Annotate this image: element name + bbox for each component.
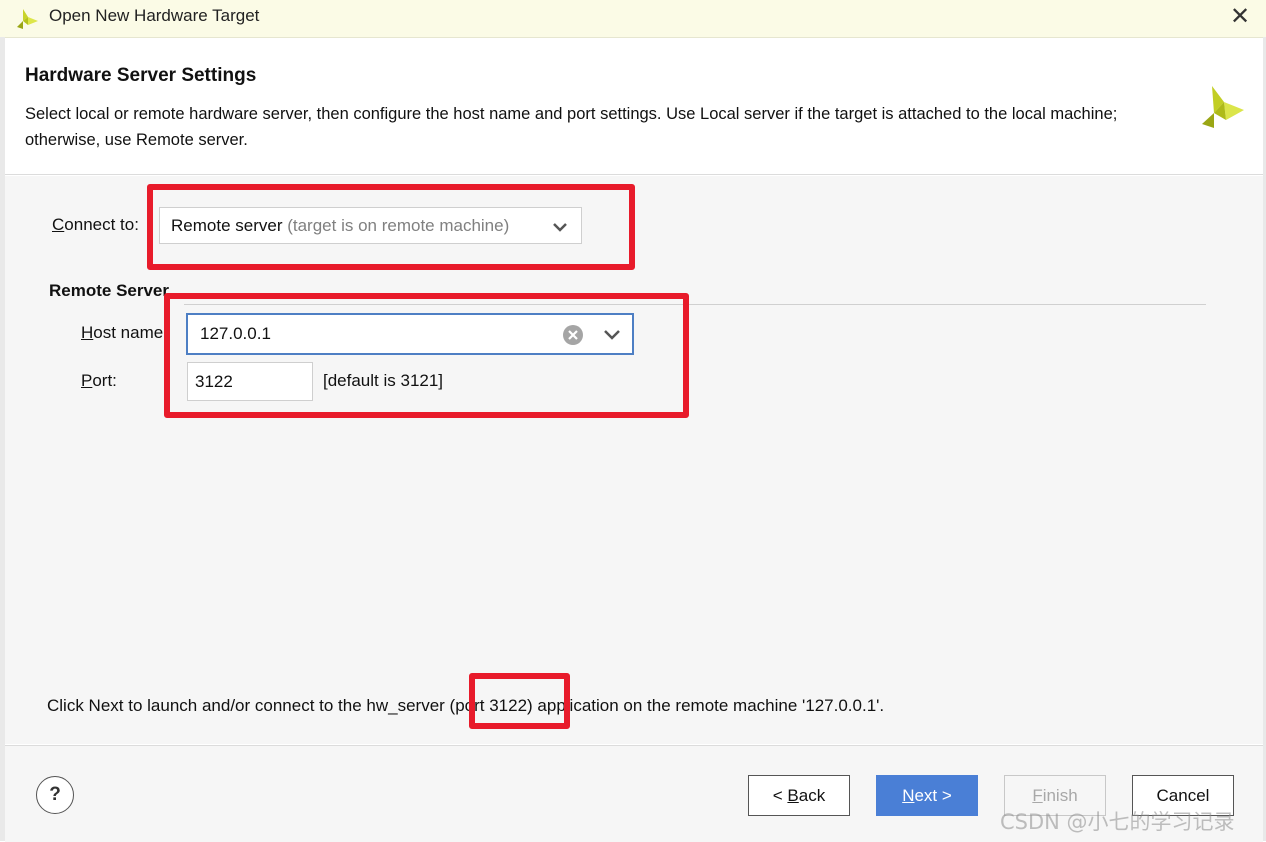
- port-accel: P: [81, 371, 93, 390]
- vivado-logo-icon: [1202, 86, 1244, 128]
- connect-to-label: Connect to:: [52, 215, 139, 235]
- port-label: Port:: [81, 371, 117, 391]
- page-description: Select local or remote hardware server, …: [25, 105, 1118, 149]
- host-name-label: Host name: [81, 323, 163, 343]
- port-label-text: ort:: [92, 371, 117, 390]
- back-accel: B: [787, 786, 799, 805]
- host-name-label-text: ost name: [93, 323, 164, 342]
- app-logo-icon: [17, 9, 38, 29]
- back-button[interactable]: < Back: [748, 775, 850, 816]
- highlight-box-connect: [147, 184, 635, 270]
- page-title: Hardware Server Settings: [25, 65, 257, 86]
- connect-to-label-text: onnect to:: [64, 215, 139, 234]
- window-title: Open New Hardware Target: [49, 6, 260, 25]
- next-label: ext >: [914, 786, 952, 805]
- remote-server-heading: Remote Server: [49, 281, 170, 300]
- close-button[interactable]: ✕: [1226, 3, 1254, 31]
- back-prefix: <: [772, 786, 788, 805]
- next-button[interactable]: Next >: [876, 775, 978, 816]
- highlight-box-host-port: [164, 293, 689, 418]
- status-message: Click Next to launch and/or connect to t…: [47, 696, 885, 715]
- finish-label: inish: [1042, 786, 1078, 805]
- highlight-box-port-message: [469, 673, 570, 729]
- host-name-accel: H: [81, 323, 94, 342]
- back-label: ack: [798, 786, 826, 805]
- watermark: CSDN @小七的学习记录: [1000, 810, 1235, 834]
- help-button[interactable]: ?: [36, 776, 74, 814]
- connect-to-accel: C: [52, 215, 65, 234]
- next-accel: N: [902, 786, 915, 805]
- finish-accel: F: [1032, 786, 1043, 805]
